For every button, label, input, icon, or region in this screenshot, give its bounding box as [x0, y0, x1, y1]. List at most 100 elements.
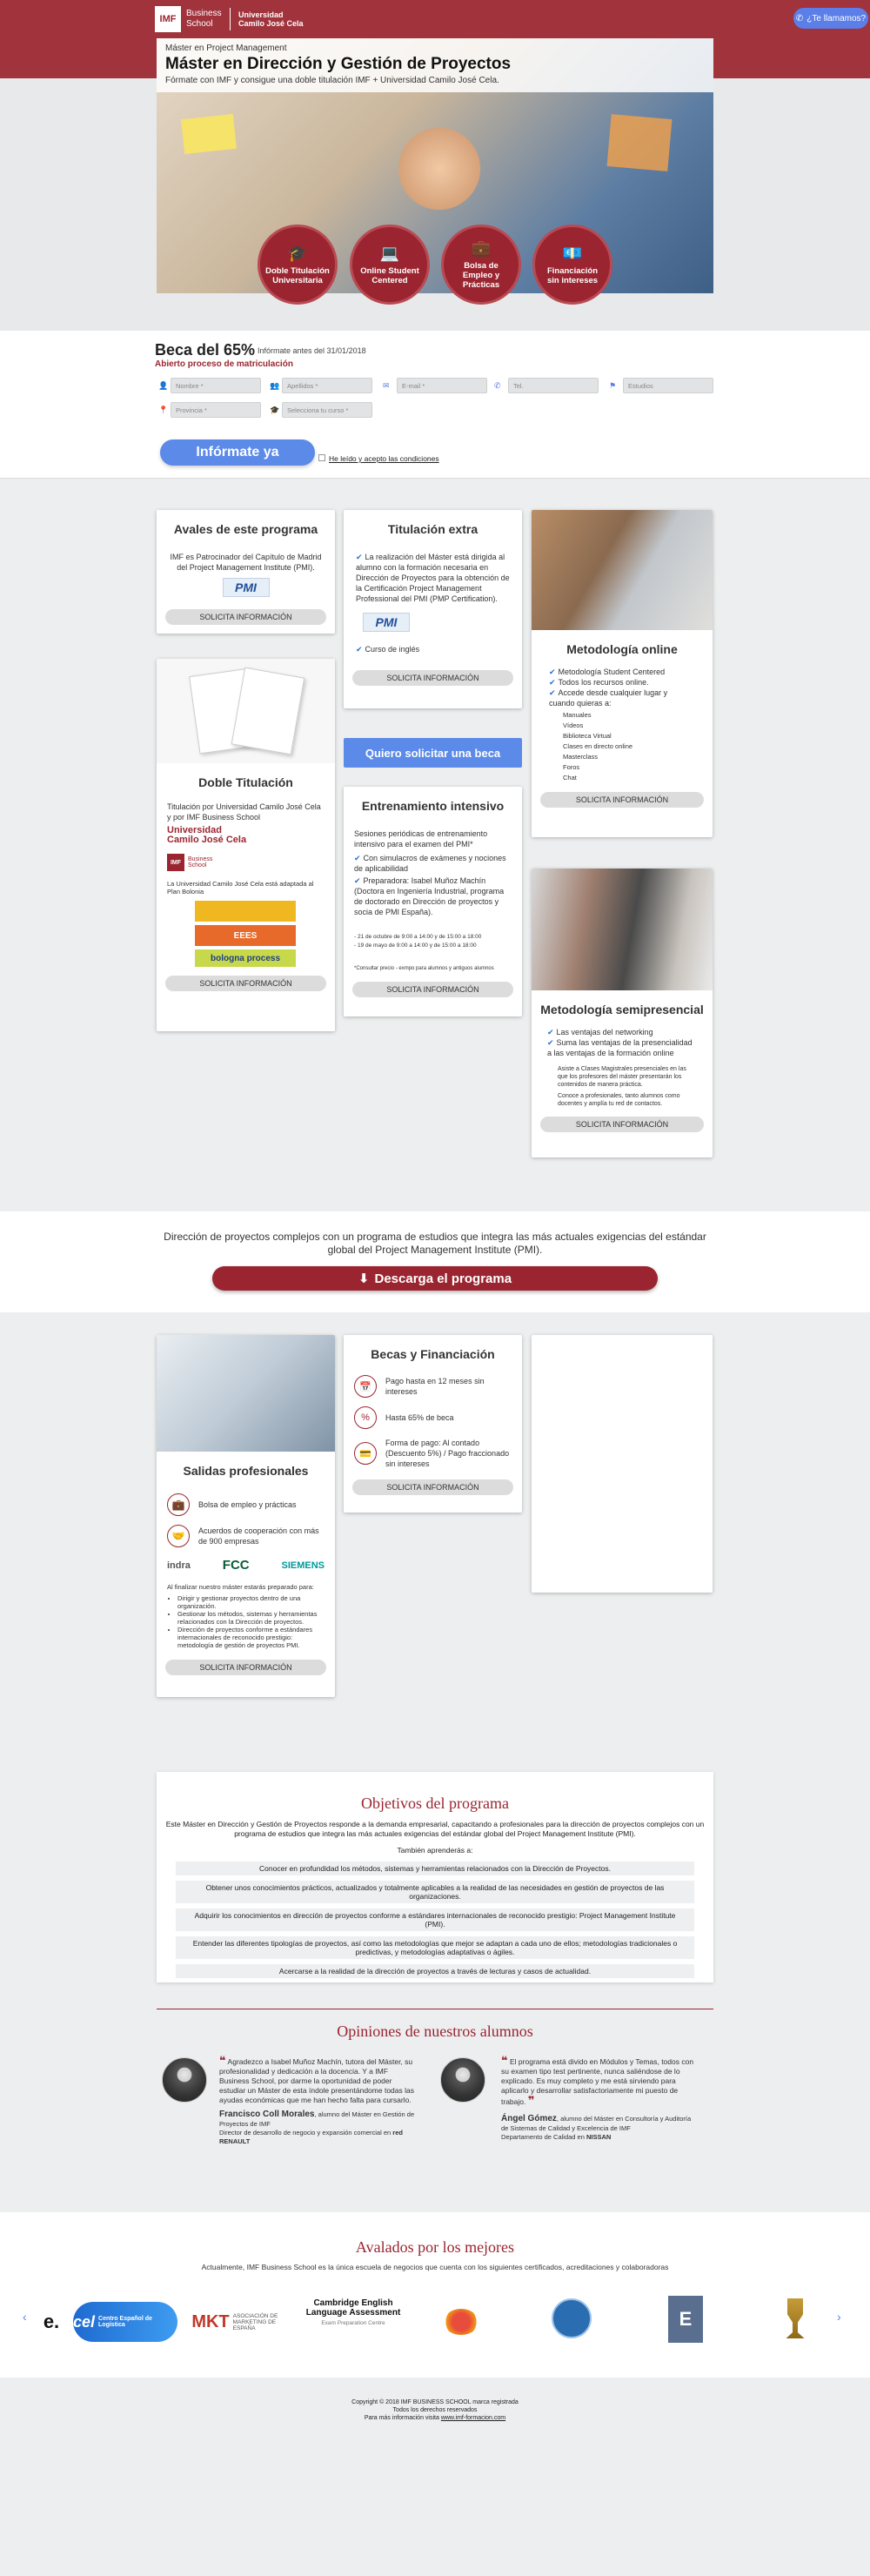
card-text-item: 💼 Bolsa de empleo y prácticas — [167, 1493, 325, 1516]
flag-icon: ⚑ — [609, 381, 617, 390]
solicita-info-button[interactable]: SOLICITA INFORMACIÓN — [165, 1660, 326, 1675]
badge-label: Financiación sin intereses — [546, 265, 599, 285]
card-title: Metodología semipresencial — [540, 1003, 704, 1016]
submit-button[interactable]: Infórmate ya — [160, 439, 315, 466]
quote-open-icon: ❝ — [219, 2054, 226, 2067]
card-title: Metodología online — [566, 642, 678, 656]
card-entrenamiento: Entrenamiento intensivo Sesiones periódi… — [344, 787, 522, 1016]
ucjc-logo: Universidad Camilo José Cela — [167, 825, 247, 845]
badge-financiacion[interactable]: 💶 Financiación sin intereses — [532, 225, 612, 305]
telefono-field[interactable]: Tel. — [508, 378, 599, 393]
phone-icon: ✆ — [494, 381, 501, 390]
hero-photo-person — [392, 121, 487, 217]
author-job: Departamento de Calidad en — [501, 2133, 585, 2141]
spain-ministry-logo — [195, 901, 296, 922]
ucjc-logo-line2: Camilo José Cela — [238, 19, 304, 28]
author-job: Director de desarrollo de negocio y expa… — [219, 2129, 392, 2137]
card-text-item: ✔ Curso de inglés — [356, 645, 420, 654]
carousel-next-button[interactable]: › — [837, 2310, 841, 2324]
curso-select[interactable]: Selecciona tu curso * — [282, 402, 372, 418]
ucjc-logo-line1: Universidad — [238, 10, 284, 19]
carousel-prev-button[interactable]: ‹ — [23, 2310, 27, 2324]
objetivo-row: Acercarse a la realidad de la dirección … — [176, 1964, 694, 1978]
author-name: Ángel Gómez — [501, 2114, 557, 2123]
card-title: Doble Titulación — [198, 775, 293, 789]
hero-title: Máster en Dirección y Gestión de Proyect… — [165, 55, 512, 73]
card-title: Becas y Financiación — [371, 1347, 495, 1361]
footer-link[interactable]: www.imf-formacion.com — [441, 2415, 505, 2421]
solicita-info-button[interactable]: SOLICITA INFORMACIÓN — [165, 609, 326, 625]
download-program-button[interactable]: ⬇ Descarga el programa — [212, 1266, 658, 1291]
hero-text-panel: Máster en Project Management Máster en D… — [157, 38, 713, 92]
card-text-item: ✔ La realización del Máster está dirigida… — [356, 553, 510, 603]
objetivos-section: Objetivos del programa Este Máster en Di… — [157, 1772, 713, 1982]
solicita-info-button[interactable]: SOLICITA INFORMACIÓN — [540, 792, 704, 808]
solicitar-beca-button[interactable]: Quiero solicitar una beca — [344, 738, 522, 768]
hero-banner: Máster en Project Management Máster en D… — [157, 38, 713, 293]
list-item: Gestionar los métodos, sistemas y herram… — [177, 1610, 323, 1626]
eees-logo: EEES — [195, 925, 296, 946]
graduation-icon: 🎓 — [287, 244, 308, 262]
email-field[interactable]: E-mail * — [397, 378, 487, 393]
card-title: Entrenamiento intensivo — [361, 799, 505, 813]
imf-logo[interactable]: IMF — [155, 6, 181, 32]
legal-checkbox[interactable] — [318, 454, 325, 461]
card-text-item: ✔ Accede desde cualquier lugar y cuando q… — [549, 688, 668, 708]
card-payment-icon: 💳 — [354, 1442, 377, 1465]
calendar-icon: 📅 — [354, 1375, 377, 1398]
hero-decor-postit — [181, 113, 237, 155]
laptop-photo — [532, 510, 713, 630]
download-label: Descarga el programa — [374, 1271, 512, 1286]
siemens-logo: SIEMENS — [281, 1560, 325, 1571]
call-me-button[interactable]: ✆ ¿Te llamamos? — [793, 8, 868, 29]
briefcase-icon: 💼 — [471, 239, 492, 257]
list-item: Foros — [563, 763, 580, 771]
rights: Todos los derechos reservados — [392, 2407, 478, 2413]
author-name: Francisco Coll Morales — [219, 2110, 315, 2119]
apellidos-field[interactable]: Apellidos * — [282, 378, 372, 393]
card-text-item: ✔ Las ventajas del networking — [547, 1028, 653, 1036]
provincia-select[interactable]: Provincia * — [171, 402, 261, 418]
badge-label: Online Student Centered — [360, 265, 419, 285]
solicita-info-button[interactable]: SOLICITA INFORMACIÓN — [165, 976, 326, 991]
indra-logo: indra — [167, 1560, 191, 1571]
objetivos-title: Objetivos del programa — [361, 1794, 509, 1812]
ucjc-logo[interactable]: Universidad Camilo José Cela — [238, 10, 304, 28]
avalados-subtitle: Actualmente, IMF Business School es la ú… — [201, 2263, 669, 2271]
solicita-info-button[interactable]: SOLICITA INFORMACIÓN — [352, 670, 513, 686]
solicita-info-button[interactable]: SOLICITA INFORMACIÓN — [352, 982, 513, 997]
card-title: Salidas profesionales — [183, 1464, 309, 1478]
badge-doble-titulacion[interactable]: 🎓 Doble Titulación Universitaria — [258, 225, 338, 305]
card-text-item: ✔ Todos los recursos online. — [549, 678, 649, 687]
footer: Copyright © 2018 IMF BUSINESS SCHOOL mar… — [261, 2398, 609, 2422]
list-item: Masterclass — [563, 753, 599, 761]
call-me-label: ¿Te llamamos? — [806, 13, 867, 23]
badge-online[interactable]: 💻 Online Student Centered — [350, 225, 430, 305]
badge-bolsa-empleo[interactable]: 💼 Bolsa de Empleo y Prácticas — [441, 225, 521, 305]
avatar — [162, 2057, 207, 2103]
solicita-info-button[interactable]: SOLICITA INFORMACIÓN — [540, 1117, 704, 1132]
solicita-info-button[interactable]: SOLICITA INFORMACIÓN — [352, 1479, 513, 1495]
pmi-logo: PMI — [222, 578, 270, 597]
imf-logo-text: Business School — [186, 9, 222, 29]
estudios-select[interactable]: Estudios — [623, 378, 713, 393]
more-info: Para más información visita www.imf-form… — [364, 2415, 506, 2421]
hero-pretitle: Máster en Project Management — [165, 44, 287, 53]
card-text: Al finalizar nuestro máster estarás prep… — [167, 1583, 314, 1591]
partner-logo-un — [548, 2298, 595, 2338]
map-icon: 📍 — [158, 406, 169, 414]
nombre-field[interactable]: Nombre * — [171, 378, 261, 393]
objetivo-row: Entender las diferentes tipologías de pr… — [176, 1936, 694, 1959]
testimonial-2: ❝ El programa está divido en Módulos y T… — [501, 2054, 694, 2141]
partner-logo-e-blue: E — [668, 2296, 703, 2343]
bologna-logo: bologna process — [195, 949, 296, 967]
user-icon: 👤 — [158, 381, 169, 390]
legal-link[interactable]: He leído y acepto las condiciones — [329, 454, 439, 463]
phone-icon: ✆ — [795, 13, 804, 23]
card-semipresencial: Metodología semipresencial ✔ Las ventajas… — [532, 869, 713, 1157]
card-text-item: ✔ Metodología Student Centered — [549, 667, 666, 676]
card-text-item: 🤝 Acuerdos de cooperación con más de 900… — [167, 1525, 325, 1547]
card-text-item: ✔ Con simulacros de exámenes y nociones d… — [354, 854, 506, 873]
card-title: Avales de este programa — [173, 522, 318, 536]
testimonial-1: ❝ Agradezco a Isabel Muñoz Machín, tutor… — [219, 2054, 415, 2145]
